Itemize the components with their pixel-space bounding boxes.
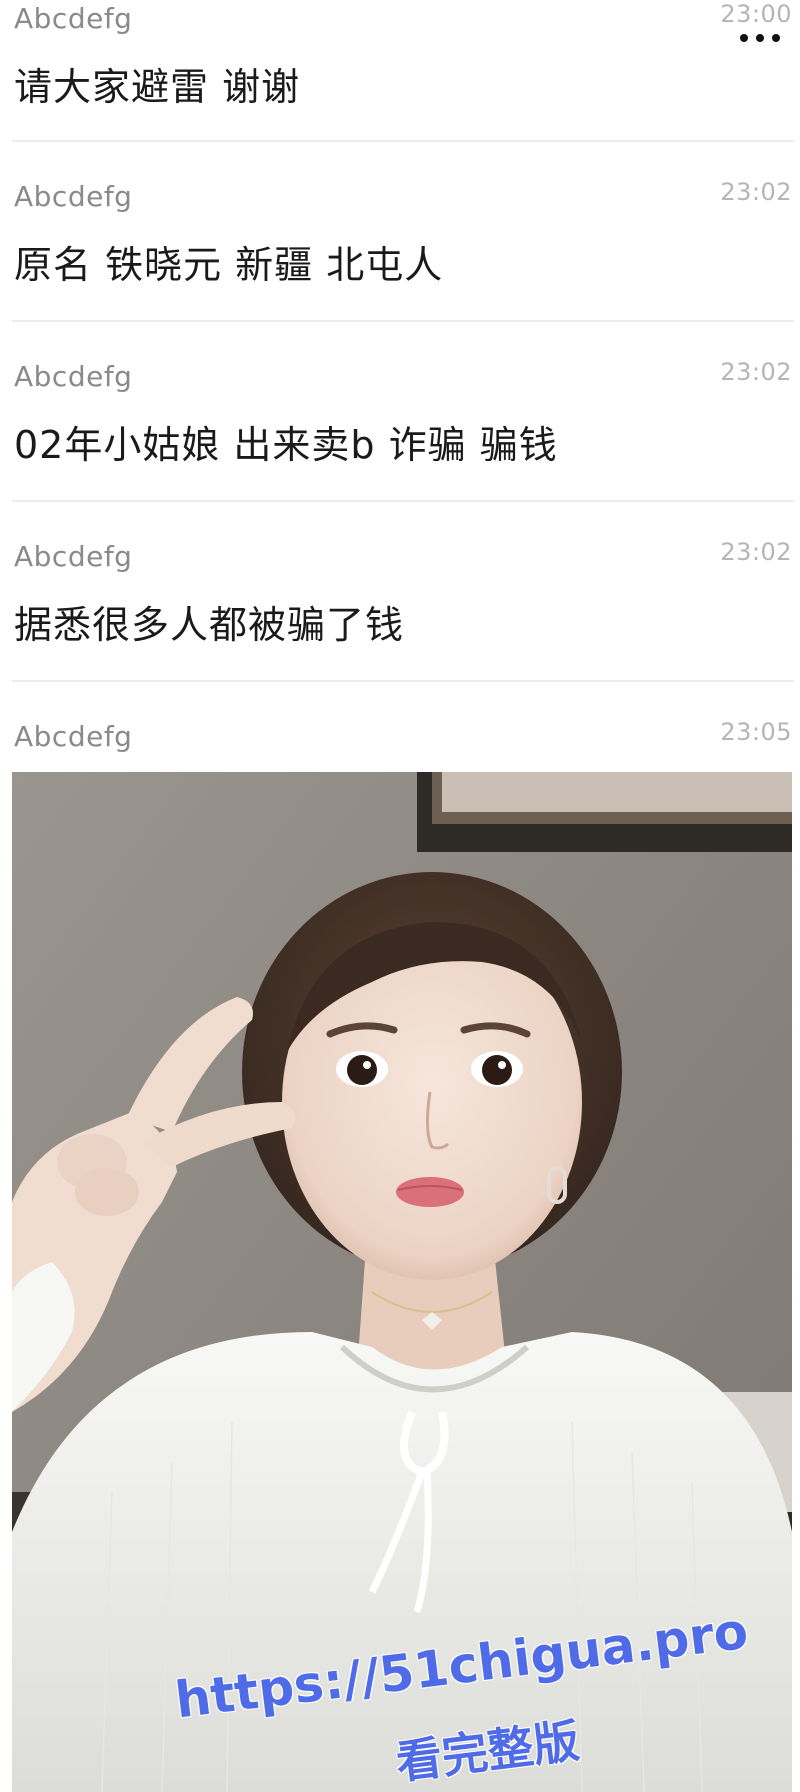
message-text: 据悉很多人都被骗了钱 [14,603,405,647]
more-dots-icon[interactable] [736,32,784,44]
divider [12,680,794,682]
message-3: Abcdefg 23:02 02年小姑娘 出来卖b 诈骗 骗钱 [0,330,800,500]
chat-page: Abcdefg 23:00 请大家避雷 谢谢 Abcdefg 23:02 原名 … [0,0,800,1792]
message-1: Abcdefg 23:00 请大家避雷 谢谢 [0,0,800,142]
message-sender: Abcdefg [14,2,133,35]
message-sender: Abcdefg [14,180,133,213]
message-time: 23:02 [720,178,792,206]
message-time: 23:05 [720,718,792,746]
divider [12,140,794,142]
message-time: 23:02 [720,358,792,386]
message-time: 23:00 [720,0,792,28]
message-time: 23:02 [720,538,792,566]
message-sender: Abcdefg [14,360,133,393]
message-text: 请大家避雷 谢谢 [14,65,301,109]
message-2: Abcdefg 23:02 原名 铁晓元 新疆 北屯人 [0,150,800,320]
message-sender: Abcdefg [14,540,133,573]
message-photo[interactable]: https://51chigua.pro 看完整版 [12,772,792,1792]
divider [12,320,794,322]
message-text: 02年小姑娘 出来卖b 诈骗 骗钱 [14,423,558,467]
message-4: Abcdefg 23:02 据悉很多人都被骗了钱 [0,508,800,678]
divider [12,500,794,502]
message-text: 原名 铁晓元 新疆 北屯人 [14,243,444,287]
message-5: Abcdefg 23:05 [0,690,800,770]
message-sender: Abcdefg [14,720,133,753]
